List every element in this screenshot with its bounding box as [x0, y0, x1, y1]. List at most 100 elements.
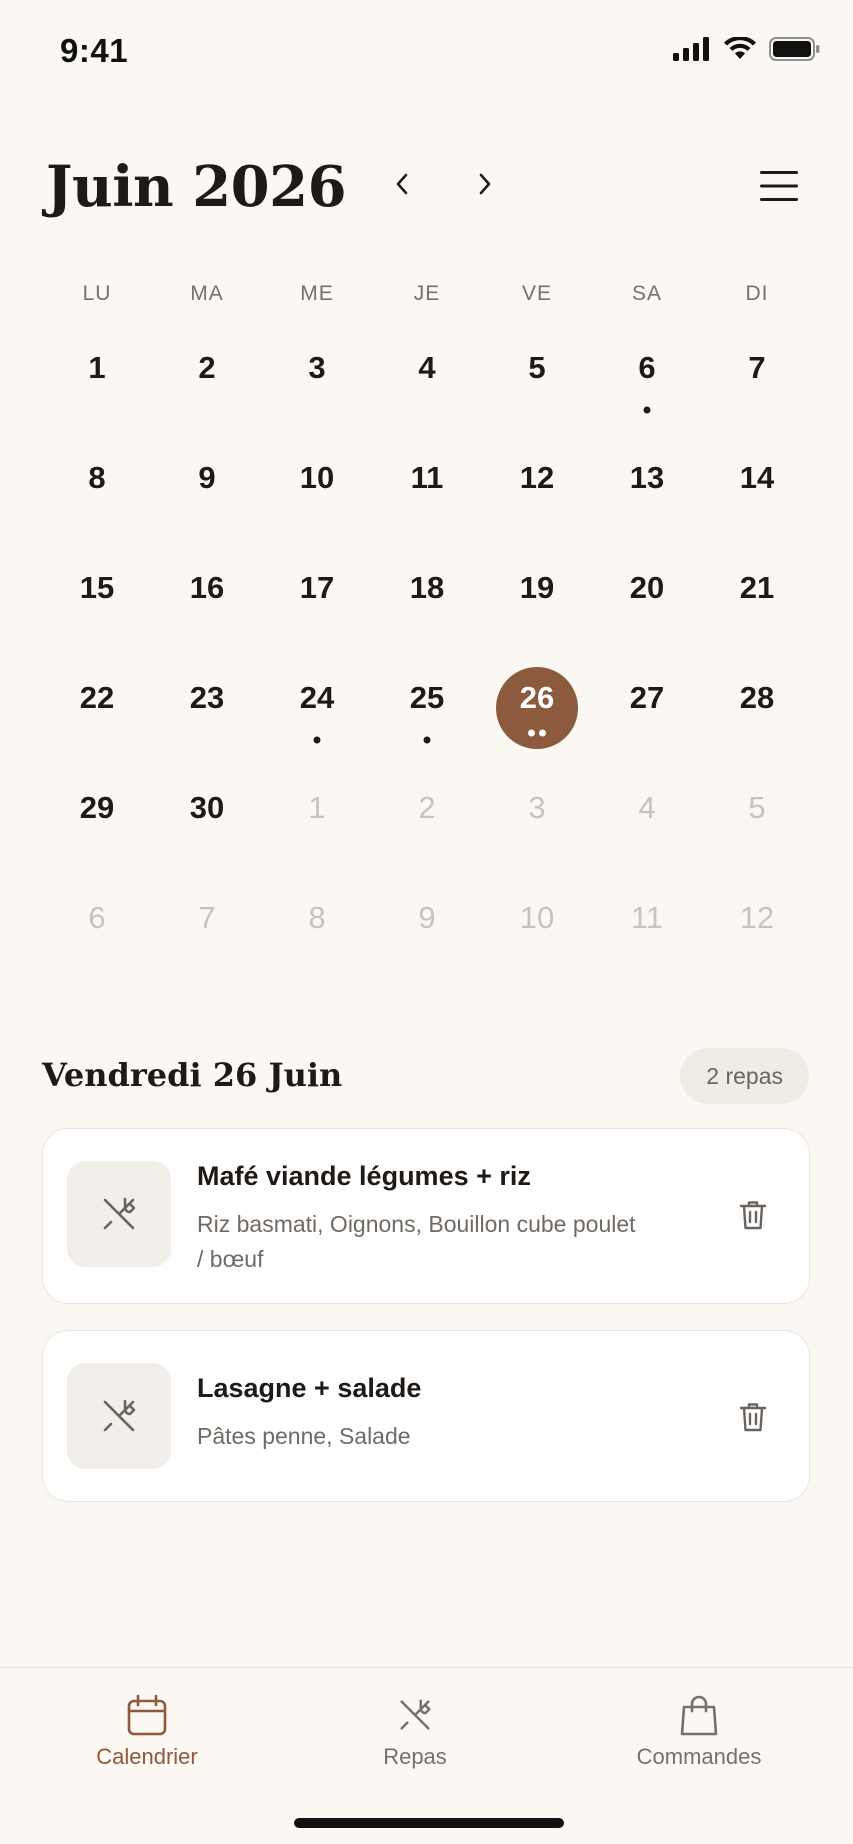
tab-calendar-label: Calendrier — [96, 1744, 198, 1769]
meal-dot — [423, 736, 431, 744]
delete-meal-button[interactable] — [731, 1193, 775, 1237]
calendar-day[interactable]: 9 — [372, 880, 482, 990]
tab-meals-label: Repas — [383, 1744, 447, 1769]
meal-thumbnail — [67, 1161, 171, 1267]
calendar-day[interactable]: 27 — [592, 660, 702, 770]
day-number: 1 — [88, 350, 106, 385]
delete-meal-button[interactable] — [731, 1395, 775, 1439]
calendar-day[interactable]: 23 — [152, 660, 262, 770]
calendar-day[interactable]: 11 — [372, 440, 482, 550]
day-number: 23 — [189, 680, 225, 715]
calendar-day[interactable]: 30 — [152, 770, 262, 880]
day-number: 24 — [299, 680, 335, 715]
menu-button[interactable] — [757, 164, 801, 208]
calendar-day[interactable]: 19 — [482, 550, 592, 660]
calendar-day[interactable]: 8 — [42, 440, 152, 550]
calendar-day[interactable]: 3 — [262, 330, 372, 440]
day-number: 6 — [638, 350, 656, 385]
home-indicator — [294, 1818, 564, 1828]
calendar-day[interactable]: 6 — [42, 880, 152, 990]
day-number: 2 — [198, 350, 216, 385]
day-number: 26 — [519, 680, 555, 715]
calendar-day[interactable]: 1 — [42, 330, 152, 440]
calendar-day[interactable]: 10 — [262, 440, 372, 550]
day-number: 9 — [198, 460, 216, 495]
tab-orders-label: Commandes — [636, 1744, 762, 1769]
calendar-day[interactable]: 3 — [482, 770, 592, 880]
calendar-day[interactable]: 4 — [372, 330, 482, 440]
calendar-day[interactable]: 28 — [702, 660, 812, 770]
calendar-day[interactable]: 5 — [482, 330, 592, 440]
weekday-label: VE — [521, 282, 552, 305]
meal-dot — [643, 406, 651, 414]
day-number: 27 — [629, 680, 665, 715]
meal-ingredients: Pâtes penne, Salade — [197, 1423, 411, 1449]
meal-card[interactable]: Mafé viande légumes + riz Riz basmati, O… — [42, 1128, 810, 1304]
tab-meals[interactable]: Repas — [325, 1694, 505, 1770]
meal-card[interactable]: Lasagne + salade Pâtes penne, Salade — [42, 1330, 810, 1502]
calendar-day[interactable]: 11 — [592, 880, 702, 990]
weekday-label: DI — [745, 282, 769, 305]
battery-icon — [769, 37, 820, 61]
day-number: 4 — [638, 790, 656, 825]
previous-month-button[interactable] — [380, 162, 424, 206]
calendar-day[interactable]: 9 — [152, 440, 262, 550]
calendar-day[interactable]: 7 — [702, 330, 812, 440]
calendar-day[interactable]: 18 — [372, 550, 482, 660]
meal-dot — [539, 729, 546, 737]
meal-ingredients: Riz basmati, Oignons, Bouillon cube poul… — [197, 1211, 636, 1272]
calendar-day[interactable]: 1 — [262, 770, 372, 880]
calendar-day[interactable]: 6 — [592, 330, 702, 440]
status-time: 9:41 — [60, 32, 129, 69]
day-number: 8 — [308, 900, 326, 935]
day-number: 13 — [629, 460, 665, 495]
calendar-day[interactable]: 17 — [262, 550, 372, 660]
calendar-day[interactable]: 14 — [702, 440, 812, 550]
calendar-day[interactable]: 29 — [42, 770, 152, 880]
day-number: 30 — [189, 790, 225, 825]
meal-dots — [313, 736, 321, 744]
day-number: 9 — [418, 900, 436, 935]
day-number: 17 — [299, 570, 335, 605]
calendar-day[interactable]: 2 — [152, 330, 262, 440]
tab-orders[interactable]: Commandes — [609, 1694, 789, 1770]
calendar-day[interactable]: 24 — [262, 660, 372, 770]
day-number: 19 — [519, 570, 555, 605]
calendar-day[interactable]: 10 — [482, 880, 592, 990]
meal-count-badge: 2 repas — [680, 1048, 809, 1104]
calendar-day[interactable]: 13 — [592, 440, 702, 550]
calendar-day[interactable]: 15 — [42, 550, 152, 660]
calendar-day[interactable]: 20 — [592, 550, 702, 660]
calendar-day[interactable]: 21 — [702, 550, 812, 660]
calendar-day[interactable]: 4 — [592, 770, 702, 880]
status-icons — [673, 36, 821, 62]
chevron-right-icon — [479, 173, 491, 195]
day-number: 12 — [739, 900, 775, 935]
weekday-label: MA — [190, 282, 224, 305]
tab-calendar[interactable]: Calendrier — [57, 1694, 237, 1770]
day-number: 3 — [308, 350, 326, 385]
calendar-day[interactable]: 25 — [372, 660, 482, 770]
calendar-day[interactable]: 7 — [152, 880, 262, 990]
day-number: 10 — [519, 900, 555, 935]
status-bar: 9:41 — [0, 0, 853, 100]
meal-dots — [643, 406, 651, 414]
chevron-left-icon — [396, 173, 408, 195]
calendar-day[interactable]: 5 — [702, 770, 812, 880]
calendar-day[interactable]: 12 — [702, 880, 812, 990]
calendar-day[interactable]: 16 — [152, 550, 262, 660]
calendar-day[interactable]: 2 — [372, 770, 482, 880]
calendar-day[interactable]: 12 — [482, 440, 592, 550]
calendar-day-selected[interactable]: 26 — [482, 660, 592, 770]
day-number: 25 — [409, 680, 445, 715]
day-number: 7 — [198, 900, 216, 935]
calendar-day[interactable]: 8 — [262, 880, 372, 990]
day-number: 21 — [739, 570, 775, 605]
calendar-day[interactable]: 22 — [42, 660, 152, 770]
day-number: 10 — [299, 460, 335, 495]
day-number: 14 — [739, 460, 775, 495]
day-number: 22 — [79, 680, 115, 715]
day-number: 8 — [88, 460, 106, 495]
day-number: 5 — [528, 350, 546, 385]
next-month-button[interactable] — [463, 162, 507, 206]
